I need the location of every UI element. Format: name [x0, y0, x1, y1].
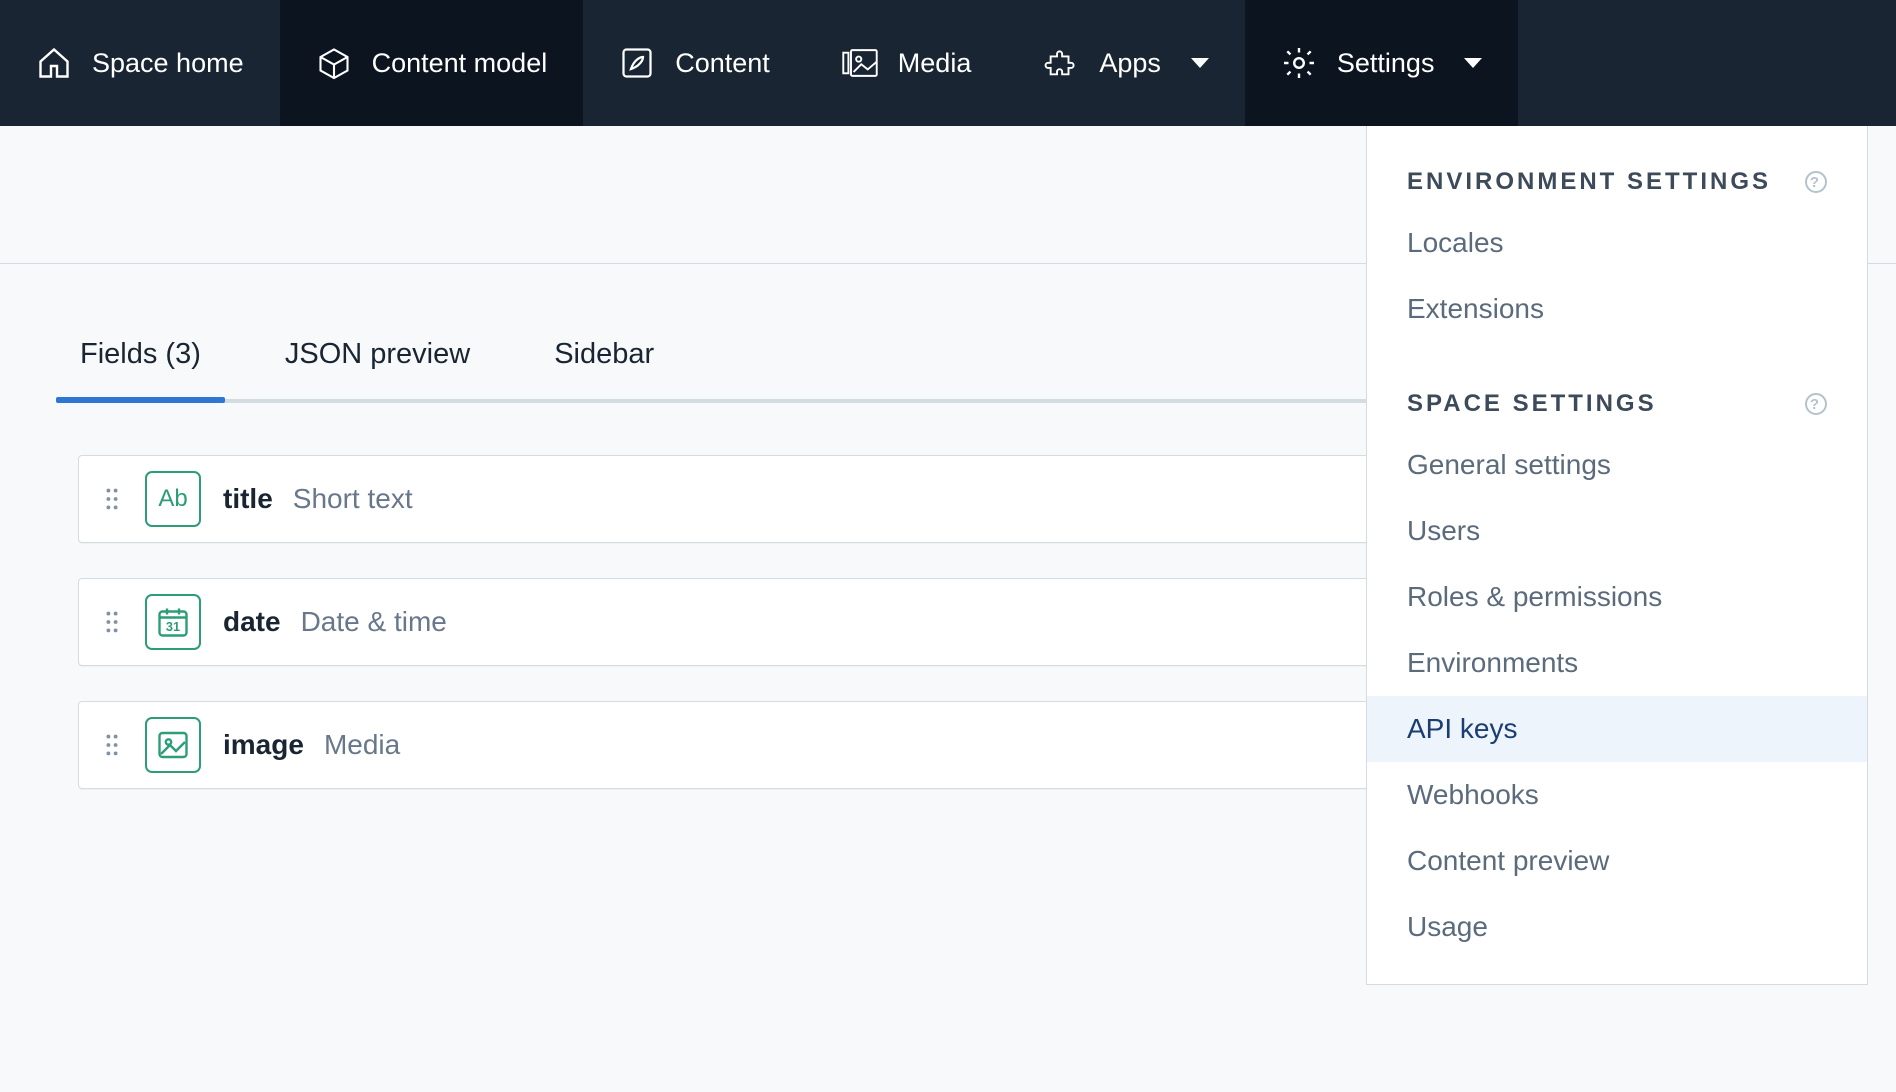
- dropdown-item-extensions[interactable]: Extensions: [1367, 276, 1867, 342]
- dropdown-section-header: ENVIRONMENT SETTINGS ?: [1367, 158, 1867, 210]
- tab-sidebar[interactable]: Sidebar: [552, 324, 656, 399]
- tab-json-preview[interactable]: JSON preview: [283, 324, 472, 399]
- nav-label: Media: [898, 48, 972, 79]
- dropdown-item-usage[interactable]: Usage: [1367, 894, 1867, 960]
- dropdown-item-api-keys[interactable]: API keys: [1367, 696, 1867, 762]
- image-field-icon: [145, 717, 201, 773]
- gear-icon: [1281, 45, 1317, 81]
- pen-icon: [619, 45, 655, 81]
- field-type: Media: [324, 729, 400, 761]
- puzzle-icon: [1043, 45, 1079, 81]
- nav-settings[interactable]: Settings: [1245, 0, 1519, 126]
- nav-content-model[interactable]: Content model: [280, 0, 584, 126]
- nav-label: Settings: [1337, 48, 1435, 79]
- dropdown-item-general-settings[interactable]: General settings: [1367, 432, 1867, 498]
- dropdown-item-content-preview[interactable]: Content preview: [1367, 828, 1867, 894]
- dropdown-section-header: SPACE SETTINGS ?: [1367, 380, 1867, 432]
- field-name: title: [223, 483, 273, 515]
- dropdown-item-roles-permissions[interactable]: Roles & permissions: [1367, 564, 1867, 630]
- text-field-icon: Ab: [145, 471, 201, 527]
- dropdown-item-webhooks[interactable]: Webhooks: [1367, 762, 1867, 828]
- nav-apps[interactable]: Apps: [1007, 0, 1245, 126]
- drag-handle-icon[interactable]: [103, 487, 121, 511]
- nav-content[interactable]: Content: [583, 0, 806, 126]
- svg-text:31: 31: [166, 619, 180, 634]
- dropdown-section-title: ENVIRONMENT SETTINGS: [1407, 168, 1771, 196]
- field-type: Short text: [293, 483, 413, 515]
- calendar-field-icon: 31: [145, 594, 201, 650]
- field-name: image: [223, 729, 304, 761]
- nav-label: Space home: [92, 48, 244, 79]
- box-icon: [316, 45, 352, 81]
- media-icon: [842, 45, 878, 81]
- drag-handle-icon[interactable]: [103, 733, 121, 757]
- drag-handle-icon[interactable]: [103, 610, 121, 634]
- dropdown-item-users[interactable]: Users: [1367, 498, 1867, 564]
- field-type: Date & time: [301, 606, 447, 638]
- chevron-down-icon: [1191, 58, 1209, 68]
- chevron-down-icon: [1464, 58, 1482, 68]
- nav-media[interactable]: Media: [806, 0, 1008, 126]
- dropdown-section-title: SPACE SETTINGS: [1407, 390, 1657, 418]
- nav-label: Content: [675, 48, 770, 79]
- settings-dropdown: ENVIRONMENT SETTINGS ? Locales Extension…: [1366, 126, 1868, 985]
- top-nav: Space home Content model Content Media A…: [0, 0, 1896, 126]
- home-icon: [36, 45, 72, 81]
- dropdown-item-environments[interactable]: Environments: [1367, 630, 1867, 696]
- help-icon[interactable]: ?: [1805, 171, 1827, 193]
- nav-space-home[interactable]: Space home: [0, 0, 280, 126]
- help-icon[interactable]: ?: [1805, 393, 1827, 415]
- nav-label: Content model: [372, 48, 548, 79]
- field-name: date: [223, 606, 281, 638]
- nav-label: Apps: [1099, 48, 1161, 79]
- dropdown-item-locales[interactable]: Locales: [1367, 210, 1867, 276]
- tab-fields[interactable]: Fields (3): [78, 324, 203, 399]
